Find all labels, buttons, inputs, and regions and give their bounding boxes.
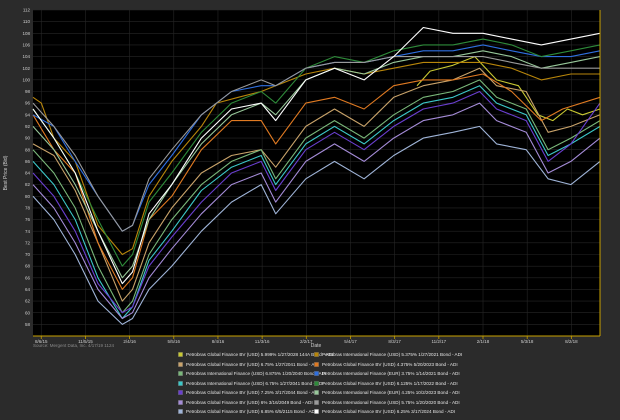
legend-item: Petrobras Global Finance BV (USD) 6.85% … xyxy=(178,408,316,415)
legend-label: Petrobras Global Finance BV (USD) 6.85% … xyxy=(186,409,317,414)
y-tick-label: 104 xyxy=(22,54,30,59)
legend-item: Petrobras International Finance (EUR) 3.… xyxy=(314,370,460,377)
y-tick-label: 102 xyxy=(22,66,30,71)
x-tick-label: 11/2/17 xyxy=(431,339,446,344)
y-tick-label: 58 xyxy=(25,322,31,327)
legend-item: Petrobras International Finance (USD) 6.… xyxy=(178,370,326,377)
legend-swatch xyxy=(314,399,319,405)
y-tick-label: 106 xyxy=(22,43,30,48)
legend-swatch xyxy=(178,371,183,376)
legend-item: Petrobras Global Finance BV (USD) 7.25% … xyxy=(178,389,319,396)
x-tick-label: 5/4/17 xyxy=(344,339,357,344)
legend-item: Petrobras International Finance (EUR) 4.… xyxy=(314,389,460,396)
y-tick-label: 108 xyxy=(22,31,30,36)
y-tick-label: 76 xyxy=(25,217,31,222)
y-tick-label: 60 xyxy=(25,310,31,315)
legend-swatch xyxy=(178,352,183,357)
x-tick-label: 2/1/18 xyxy=(477,339,490,344)
y-tick-label: 88 xyxy=(25,147,31,152)
y-tick-label: 86 xyxy=(25,159,31,164)
legend-item: Petrobras International Finance (USD) 5.… xyxy=(314,351,462,358)
legend-item: Petrobras Global Finance BV (USD) 4.375%… xyxy=(314,361,458,368)
legend-item: Petrobras International Finance (USD) 6.… xyxy=(178,380,324,387)
y-axis-label: Best Price (Bid) xyxy=(3,155,9,190)
x-tick-label: 8/3/17 xyxy=(388,339,401,344)
legend-label: Petrobras Global Finance BV (USD) 5.999%… xyxy=(186,352,334,357)
y-tick-label: 110 xyxy=(23,19,31,24)
y-tick-label: 100 xyxy=(22,77,30,82)
legend-swatch xyxy=(314,380,319,386)
legend-label: Petrobras Global Finance BV (USD) 4.375%… xyxy=(322,361,458,367)
y-tick-label: 74 xyxy=(25,229,31,234)
legend-label: Petrobras Global Finance BV (USD) 6.25% … xyxy=(322,409,456,414)
legend-label: Petrobras International Finance (USD) 5.… xyxy=(322,352,463,357)
x-tick-label: 8/4/16 xyxy=(212,339,225,344)
legend-label: Petrobras International Finance (USD) 6.… xyxy=(186,380,324,386)
y-tick-label: 96 xyxy=(25,101,31,106)
legend-label: Petrobras Global Finance BV (USD) 6.125%… xyxy=(322,380,458,386)
x-tick-label: 11/3/16 xyxy=(255,339,270,344)
legend-swatch xyxy=(178,361,183,367)
legend-item: Petrobras Global Finance BV (USD) 6.125%… xyxy=(314,380,458,387)
legend-item: Petrobras International Finance (USD) 5.… xyxy=(314,399,460,406)
x-tick-label: 2/4/16 xyxy=(123,339,136,344)
legend-swatch xyxy=(314,371,319,376)
y-tick-label: 80 xyxy=(25,194,31,199)
y-tick-label: 98 xyxy=(25,89,31,94)
legend-label: Petrobras Global Finance BV (USD) 6% 3/1… xyxy=(186,399,313,405)
legend-label: Petrobras Global Finance BV (USD) 6.75% … xyxy=(186,361,320,367)
legend-swatch xyxy=(314,352,319,357)
y-tick-label: 78 xyxy=(25,206,31,211)
legend-label: Petrobras International Finance (USD) 5.… xyxy=(322,399,460,405)
legend-swatch xyxy=(178,380,183,386)
y-tick-label: 64 xyxy=(25,287,31,292)
legend-label: Petrobras International Finance (USD) 6.… xyxy=(186,371,327,376)
legend-item: Petrobras Global Finance BV (USD) 6% 3/1… xyxy=(178,399,313,406)
legend-label: Petrobras International Finance (EUR) 4.… xyxy=(322,390,460,395)
legend-swatch xyxy=(314,409,319,414)
source-note: Source: Mergent Data, Inc. 4/17/19 1124 xyxy=(33,343,114,348)
y-tick-label: 72 xyxy=(25,240,31,245)
legend-swatch xyxy=(178,399,183,405)
y-tick-label: 84 xyxy=(25,171,31,176)
legend-swatch xyxy=(314,361,319,367)
legend-label: Petrobras Global Finance BV (USD) 7.25% … xyxy=(186,390,320,395)
legend-item: Petrobras Global Finance BV (USD) 6.75% … xyxy=(178,361,319,368)
x-tick-label: 8/2/18 xyxy=(565,339,578,344)
y-tick-label: 66 xyxy=(25,275,31,280)
y-tick-label: 70 xyxy=(25,252,31,257)
x-axis-label: Date xyxy=(311,343,322,349)
y-tick-label: 68 xyxy=(25,264,31,269)
legend-item: Petrobras Global Finance BV (USD) 5.999%… xyxy=(178,351,333,358)
chart-legend: Petrobras Global Finance BV (USD) 5.999%… xyxy=(178,351,462,415)
y-tick-label: 112 xyxy=(23,8,31,13)
y-tick-label: 82 xyxy=(25,182,31,187)
x-tick-label: 5/5/16 xyxy=(168,339,181,344)
y-tick-label: 90 xyxy=(25,136,31,141)
legend-label: Petrobras International Finance (EUR) 3.… xyxy=(322,371,460,376)
legend-swatch xyxy=(178,409,183,414)
y-tick-label: 94 xyxy=(25,112,31,117)
legend-item: Petrobras Global Finance BV (USD) 6.25% … xyxy=(314,408,456,415)
legend-swatch xyxy=(178,390,183,395)
x-tick-label: 5/3/18 xyxy=(521,339,534,344)
legend-swatch xyxy=(314,390,319,395)
y-tick-label: 92 xyxy=(25,124,31,129)
y-tick-label: 62 xyxy=(25,299,31,304)
